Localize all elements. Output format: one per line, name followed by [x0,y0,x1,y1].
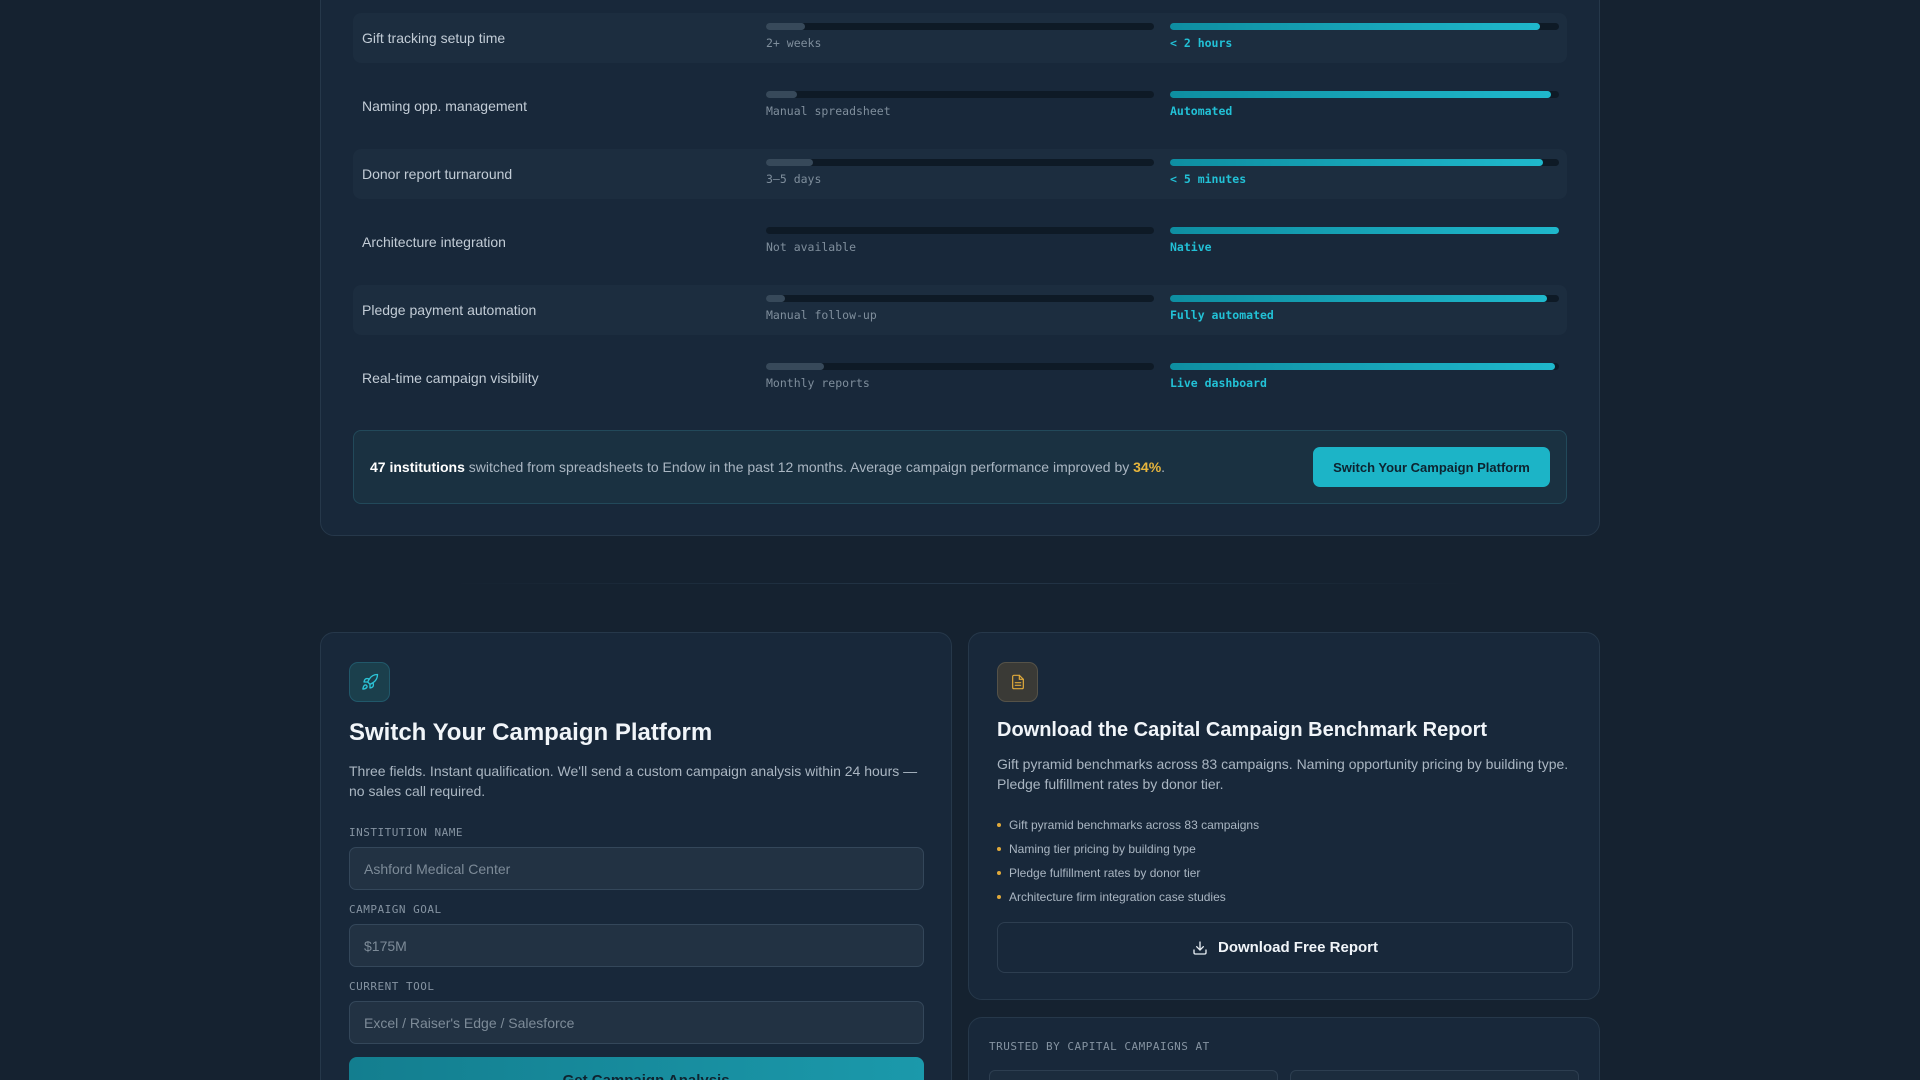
campaign-goal-input[interactable] [349,924,924,967]
old-method-bar-fill [766,295,786,302]
old-method-bar-fill [766,23,805,30]
list-item: Pledge fulfillment rates by donor tier [997,861,1259,885]
new-method-bar-fill [1170,91,1552,98]
row-label: Naming opp. management [362,98,527,114]
old-method-bar-fill [766,363,825,370]
new-method-caption: Automated [1170,104,1233,118]
comparison-row: Naming opp. management Manual spreadshee… [353,81,1567,131]
institution-name-input[interactable] [349,847,924,890]
old-method-bar [766,363,1154,370]
comparison-row: Pledge payment automation Manual follow-… [353,285,1567,335]
banner-text-end: . [1161,459,1166,475]
new-method-bar [1170,227,1559,234]
benchmark-report-card: Download the Capital Campaign Benchmark … [968,632,1600,1000]
comparison-card: Gift tracking setup time 2+ weeks < 2 ho… [320,0,1600,536]
banner-text-mid: switched from spreadsheets to Endow in t… [464,459,1134,475]
old-method-caption: 3–5 days [766,172,822,186]
form-card-description: Three fields. Instant qualification. We'… [349,763,918,799]
old-method-caption: Not available [766,240,857,254]
current-tool-label: CURRENT TOOL [349,980,435,993]
comparison-row: Architecture integration Not available N… [353,217,1567,267]
old-method-caption: Manual spreadsheet [766,104,891,118]
performance-percent: 34% [1133,459,1162,475]
comparison-row: Gift tracking setup time 2+ weeks < 2 ho… [353,13,1567,63]
document-icon [997,662,1038,702]
new-method-caption: Native [1170,240,1212,254]
form-card-title: Switch Your Campaign Platform [349,719,713,746]
comparison-row: Donor report turnaround 3–5 days < 5 min… [353,149,1567,199]
new-method-bar [1170,159,1559,166]
new-method-bar-fill [1170,159,1544,166]
old-method-bar [766,23,1154,30]
old-method-bar [766,227,1154,234]
list-item: Architecture firm integration case studi… [997,885,1259,909]
banner-text: 47 institutions switched from spreadshee… [370,459,1165,475]
old-method-bar-fill [766,159,813,166]
report-card-title: Download the Capital Campaign Benchmark … [997,719,1488,741]
switch-banner: 47 institutions switched from spreadshee… [353,430,1567,504]
new-method-bar [1170,363,1559,370]
new-method-caption: < 5 minutes [1170,172,1247,186]
get-campaign-analysis-button[interactable]: → Get Campaign Analysis [349,1057,924,1080]
list-item: Naming tier pricing by building type [997,837,1259,861]
row-label: Real-time campaign visibility [362,370,539,386]
new-method-bar [1170,23,1559,30]
old-method-caption: Manual follow-up [766,308,877,322]
download-icon [1193,940,1207,955]
old-method-bar-fill [766,91,798,98]
switch-platform-button[interactable]: Switch Your Campaign Platform [1313,447,1550,487]
trusted-by-card: TRUSTED BY CAPITAL CAMPAIGNS AT [968,1017,1600,1080]
logo-tile [989,1070,1278,1080]
row-label: Architecture integration [362,234,506,250]
new-method-caption: Fully automated [1170,308,1274,322]
download-report-label: Download Free Report [1217,939,1378,956]
campaign-goal-label: CAMPAIGN GOAL [349,903,442,916]
new-method-caption: < 2 hours [1170,36,1233,50]
institution-count: 47 institutions [370,459,465,475]
new-method-bar-fill [1170,227,1559,234]
old-method-bar [766,91,1154,98]
list-item: Gift pyramid benchmarks across 83 campai… [997,813,1259,837]
new-method-bar-fill [1170,23,1540,30]
download-report-button[interactable]: Download Free Report [997,922,1573,973]
new-method-bar-fill [1170,295,1548,302]
row-label: Pledge payment automation [362,302,537,318]
row-label: Gift tracking setup time [362,30,506,46]
institution-name-label: INSTITUTION NAME [349,826,463,839]
trusted-by-label: TRUSTED BY CAPITAL CAMPAIGNS AT [989,1040,1210,1053]
report-bullet-list: Gift pyramid benchmarks across 83 campai… [997,813,1259,909]
rocket-icon [349,662,390,702]
section-divider [448,583,1472,584]
current-tool-input[interactable] [349,1001,924,1044]
new-method-bar-fill [1170,363,1556,370]
old-method-bar [766,159,1154,166]
switch-platform-card: Switch Your Campaign Platform Three fiel… [320,632,952,1080]
old-method-caption: 2+ weeks [766,36,822,50]
old-method-bar [766,295,1154,302]
new-method-bar [1170,295,1559,302]
new-method-caption: Live dashboard [1170,376,1267,390]
comparison-row: Real-time campaign visibility Monthly re… [353,353,1567,403]
old-method-caption: Monthly reports [766,376,870,390]
report-card-description: Gift pyramid benchmarks across 83 campai… [997,756,1569,792]
new-method-bar [1170,91,1559,98]
logo-tile [1290,1070,1579,1080]
row-label: Donor report turnaround [362,166,513,182]
